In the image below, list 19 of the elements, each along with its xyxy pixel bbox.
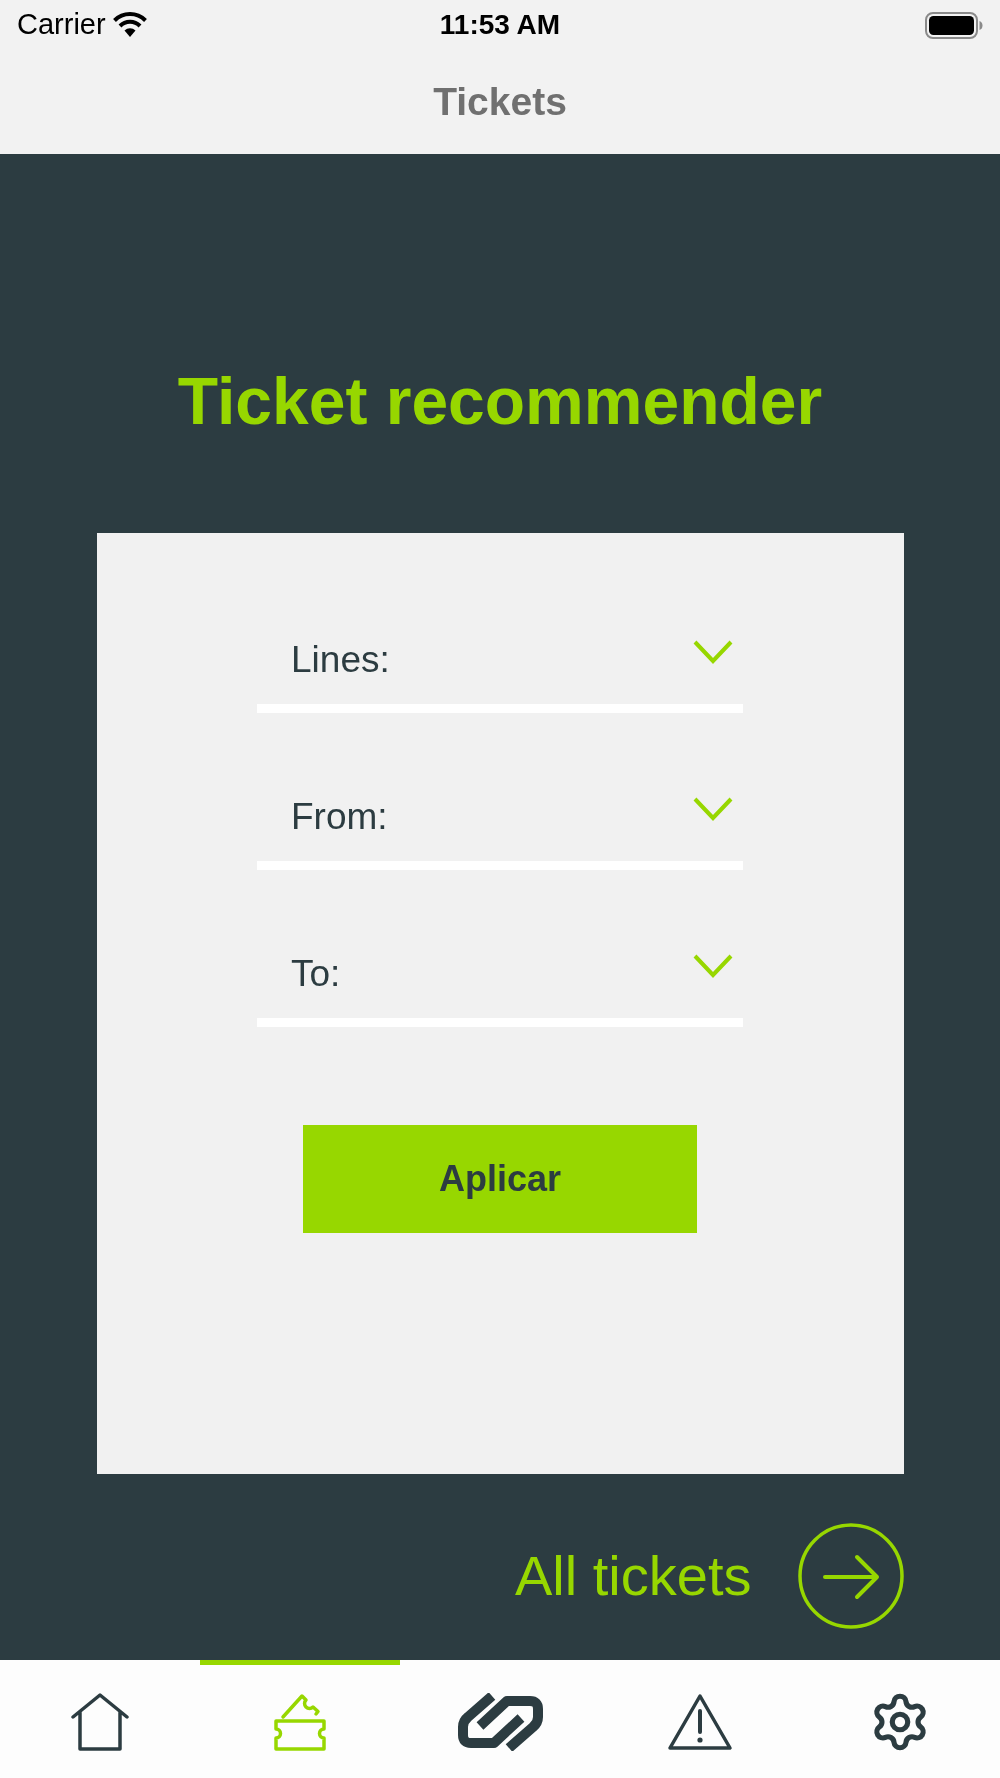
- apply-button[interactable]: Aplicar: [303, 1125, 697, 1233]
- dropdown-field[interactable]: Lines:: [257, 615, 743, 713]
- carrier-label: Carrier: [17, 7, 106, 43]
- dropdown-field[interactable]: From:: [257, 772, 743, 870]
- all-tickets-link[interactable]: All tickets: [515, 1523, 904, 1629]
- ticket-icon: [272, 1692, 328, 1751]
- recommender-title: Ticket recommender: [177, 363, 823, 440]
- chevron-down-icon: [693, 640, 733, 664]
- chevron-down-icon: [693, 954, 733, 978]
- battery-icon: [925, 11, 983, 39]
- chevron-down-icon: [693, 797, 733, 821]
- arrow-right-circle-icon: [797, 1523, 904, 1629]
- nav-title: Tickets: [433, 78, 567, 125]
- warning-icon: [667, 1692, 733, 1751]
- wifi-icon: [111, 12, 148, 38]
- status-time: 11:53 AM: [439, 8, 561, 42]
- link-icon: [456, 1692, 544, 1751]
- home-icon: [71, 1692, 129, 1751]
- dropdown-field[interactable]: To:: [257, 929, 743, 1027]
